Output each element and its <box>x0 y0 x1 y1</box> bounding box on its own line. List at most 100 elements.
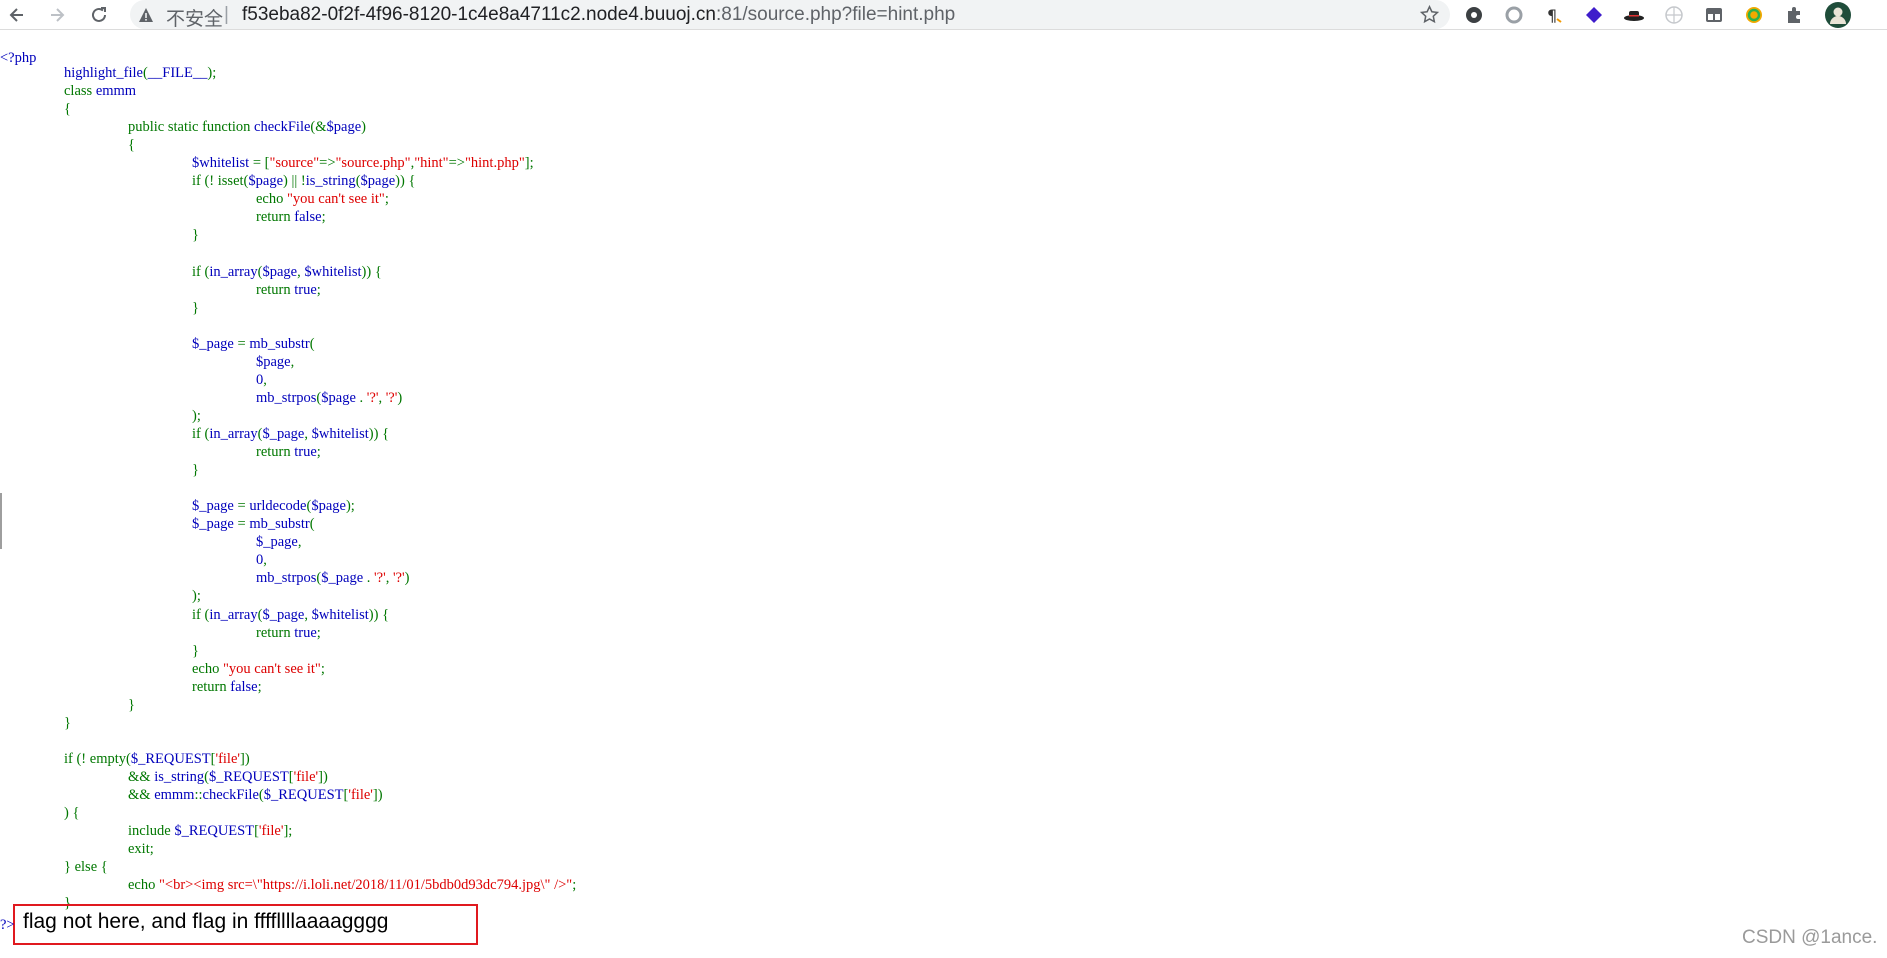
code-token: )) { <box>395 173 416 189</box>
hat-extension-icon[interactable] <box>1622 3 1646 27</box>
layers-extension-icon[interactable] <box>1582 3 1606 27</box>
code-token: emmm <box>154 787 195 803</box>
star-icon[interactable] <box>1419 4 1440 29</box>
code-line: echo "you can't see it"; <box>192 660 325 678</box>
code-line: } <box>192 461 199 479</box>
grid-extension-icon[interactable] <box>1702 3 1726 27</box>
code-line: ); <box>192 587 201 605</box>
code-token: => <box>448 155 465 171</box>
code-line: public static function checkFile(&$page) <box>128 118 366 136</box>
code-token: "you can't see it" <box>287 191 385 207</box>
code-token: )) { <box>368 607 390 623</box>
back-icon[interactable] <box>4 2 30 28</box>
code-line: $page, <box>256 353 294 371</box>
code-line: if (! empty($_REQUEST['file']) <box>64 750 250 768</box>
code-line: $_page, <box>256 533 302 551</box>
code-token: is_string <box>305 173 356 189</box>
code-token: ( <box>309 336 315 352</box>
profile-avatar[interactable] <box>1824 1 1852 29</box>
code-token: ; <box>384 191 389 207</box>
code-token: true <box>294 444 317 460</box>
code-token: ); <box>192 408 201 424</box>
code-line: $whitelist = ["source"=>"source.php","hi… <box>192 154 534 172</box>
code-token: $page <box>360 173 396 189</box>
refresh-extension-icon[interactable] <box>1742 3 1766 27</box>
code-token: $whitelist <box>192 155 253 171</box>
code-token: ) { <box>64 805 80 821</box>
code-line: mb_strpos($page . '?', '?') <box>256 389 402 407</box>
code-line: return true; <box>256 443 321 461</box>
gear-extension-icon[interactable] <box>1462 3 1486 27</box>
code-token: return <box>256 444 295 460</box>
insecure-label[interactable]: 不安全 <box>166 4 223 31</box>
code-line: include $_REQUEST['file']; <box>128 822 292 840</box>
code-token: => <box>319 155 336 171</box>
code-token: $page <box>262 264 298 280</box>
code-token: urldecode <box>249 498 307 514</box>
code-token: ( <box>309 516 315 532</box>
code-token: && <box>128 769 155 785</box>
code-token: ; <box>320 661 325 677</box>
code-line: 0, <box>256 371 267 389</box>
code-token: if (! <box>192 173 218 189</box>
circle-extension-icon[interactable] <box>1502 3 1526 27</box>
code-token: true <box>294 625 317 641</box>
code-line: $_page = mb_substr( <box>192 515 315 533</box>
url-text[interactable]: f53eba82-0f2f-4f96-8120-1c4e8a4711c2.nod… <box>242 4 955 26</box>
code-token: echo <box>128 877 159 893</box>
globe-extension-icon[interactable] <box>1662 3 1686 27</box>
code-token: ; <box>316 282 321 298</box>
url-path: :81/source.php?file=hint.php <box>715 4 956 25</box>
code-token: echo <box>256 191 287 207</box>
code-line: ) { <box>64 804 79 822</box>
page-output-text: flag not here, and flag in ffffllllaaaag… <box>23 910 389 933</box>
code-token: false <box>230 679 258 695</box>
warning-icon[interactable] <box>138 7 154 23</box>
code-token: $whitelist <box>304 264 362 280</box>
code-line: } <box>192 226 199 244</box>
puzzle-icon[interactable] <box>1782 3 1806 27</box>
code-token: ) <box>404 570 410 586</box>
code-token: , <box>297 534 302 550</box>
code-token: is_string <box>154 769 205 785</box>
code-line: return true; <box>256 281 321 299</box>
code-token: ); <box>207 65 217 81</box>
code-token: "you can't see it" <box>223 661 321 677</box>
code-token: ]; <box>283 823 293 839</box>
code-line: if (! isset($page) || !is_string($page))… <box>192 172 415 190</box>
paragraph-extension-icon[interactable]: ¶ <box>1542 3 1566 27</box>
code-token: } <box>192 300 199 316</box>
code-token: in_array <box>209 426 258 442</box>
code-token: , <box>304 607 312 623</box>
code-token: "<br><img src=\"https://i.loli.net/2018/… <box>159 877 573 893</box>
code-token: } <box>128 697 135 713</box>
code-token: = <box>237 498 250 514</box>
code-token: && <box>128 787 155 803</box>
code-token: if ( <box>192 607 210 623</box>
code-token: "source" <box>269 155 320 171</box>
code-token: true <box>294 282 317 298</box>
code-line: } <box>64 714 71 732</box>
url-separator: | <box>224 4 229 25</box>
code-token: $_page <box>192 516 238 532</box>
address-bar[interactable]: 不安全 | f53eba82-0f2f-4f96-8120-1c4e8a4711… <box>130 0 1450 31</box>
code-line: } <box>192 642 199 660</box>
code-line: highlight_file(__FILE__); <box>64 64 216 82</box>
code-line: return true; <box>256 624 321 642</box>
code-line: echo "you can't see it"; <box>256 190 389 208</box>
reload-icon[interactable] <box>86 2 112 28</box>
code-token: '?' <box>374 570 386 586</box>
code-token: return <box>256 625 295 641</box>
code-line: exit; <box>128 840 154 858</box>
code-token: ; <box>316 625 321 641</box>
code-line: { <box>64 100 71 118</box>
code-token: '?' <box>392 570 405 586</box>
code-line: && is_string($_REQUEST['file']) <box>128 768 328 786</box>
forward-icon[interactable] <box>44 2 70 28</box>
code-token: :: <box>194 787 203 803</box>
code-line: } <box>128 696 135 714</box>
code-token: ; <box>572 877 577 893</box>
code-token: mb_substr <box>249 516 310 532</box>
code-token: $page <box>326 119 362 135</box>
url-host: f53eba82-0f2f-4f96-8120-1c4e8a4711c2.nod… <box>242 4 716 25</box>
